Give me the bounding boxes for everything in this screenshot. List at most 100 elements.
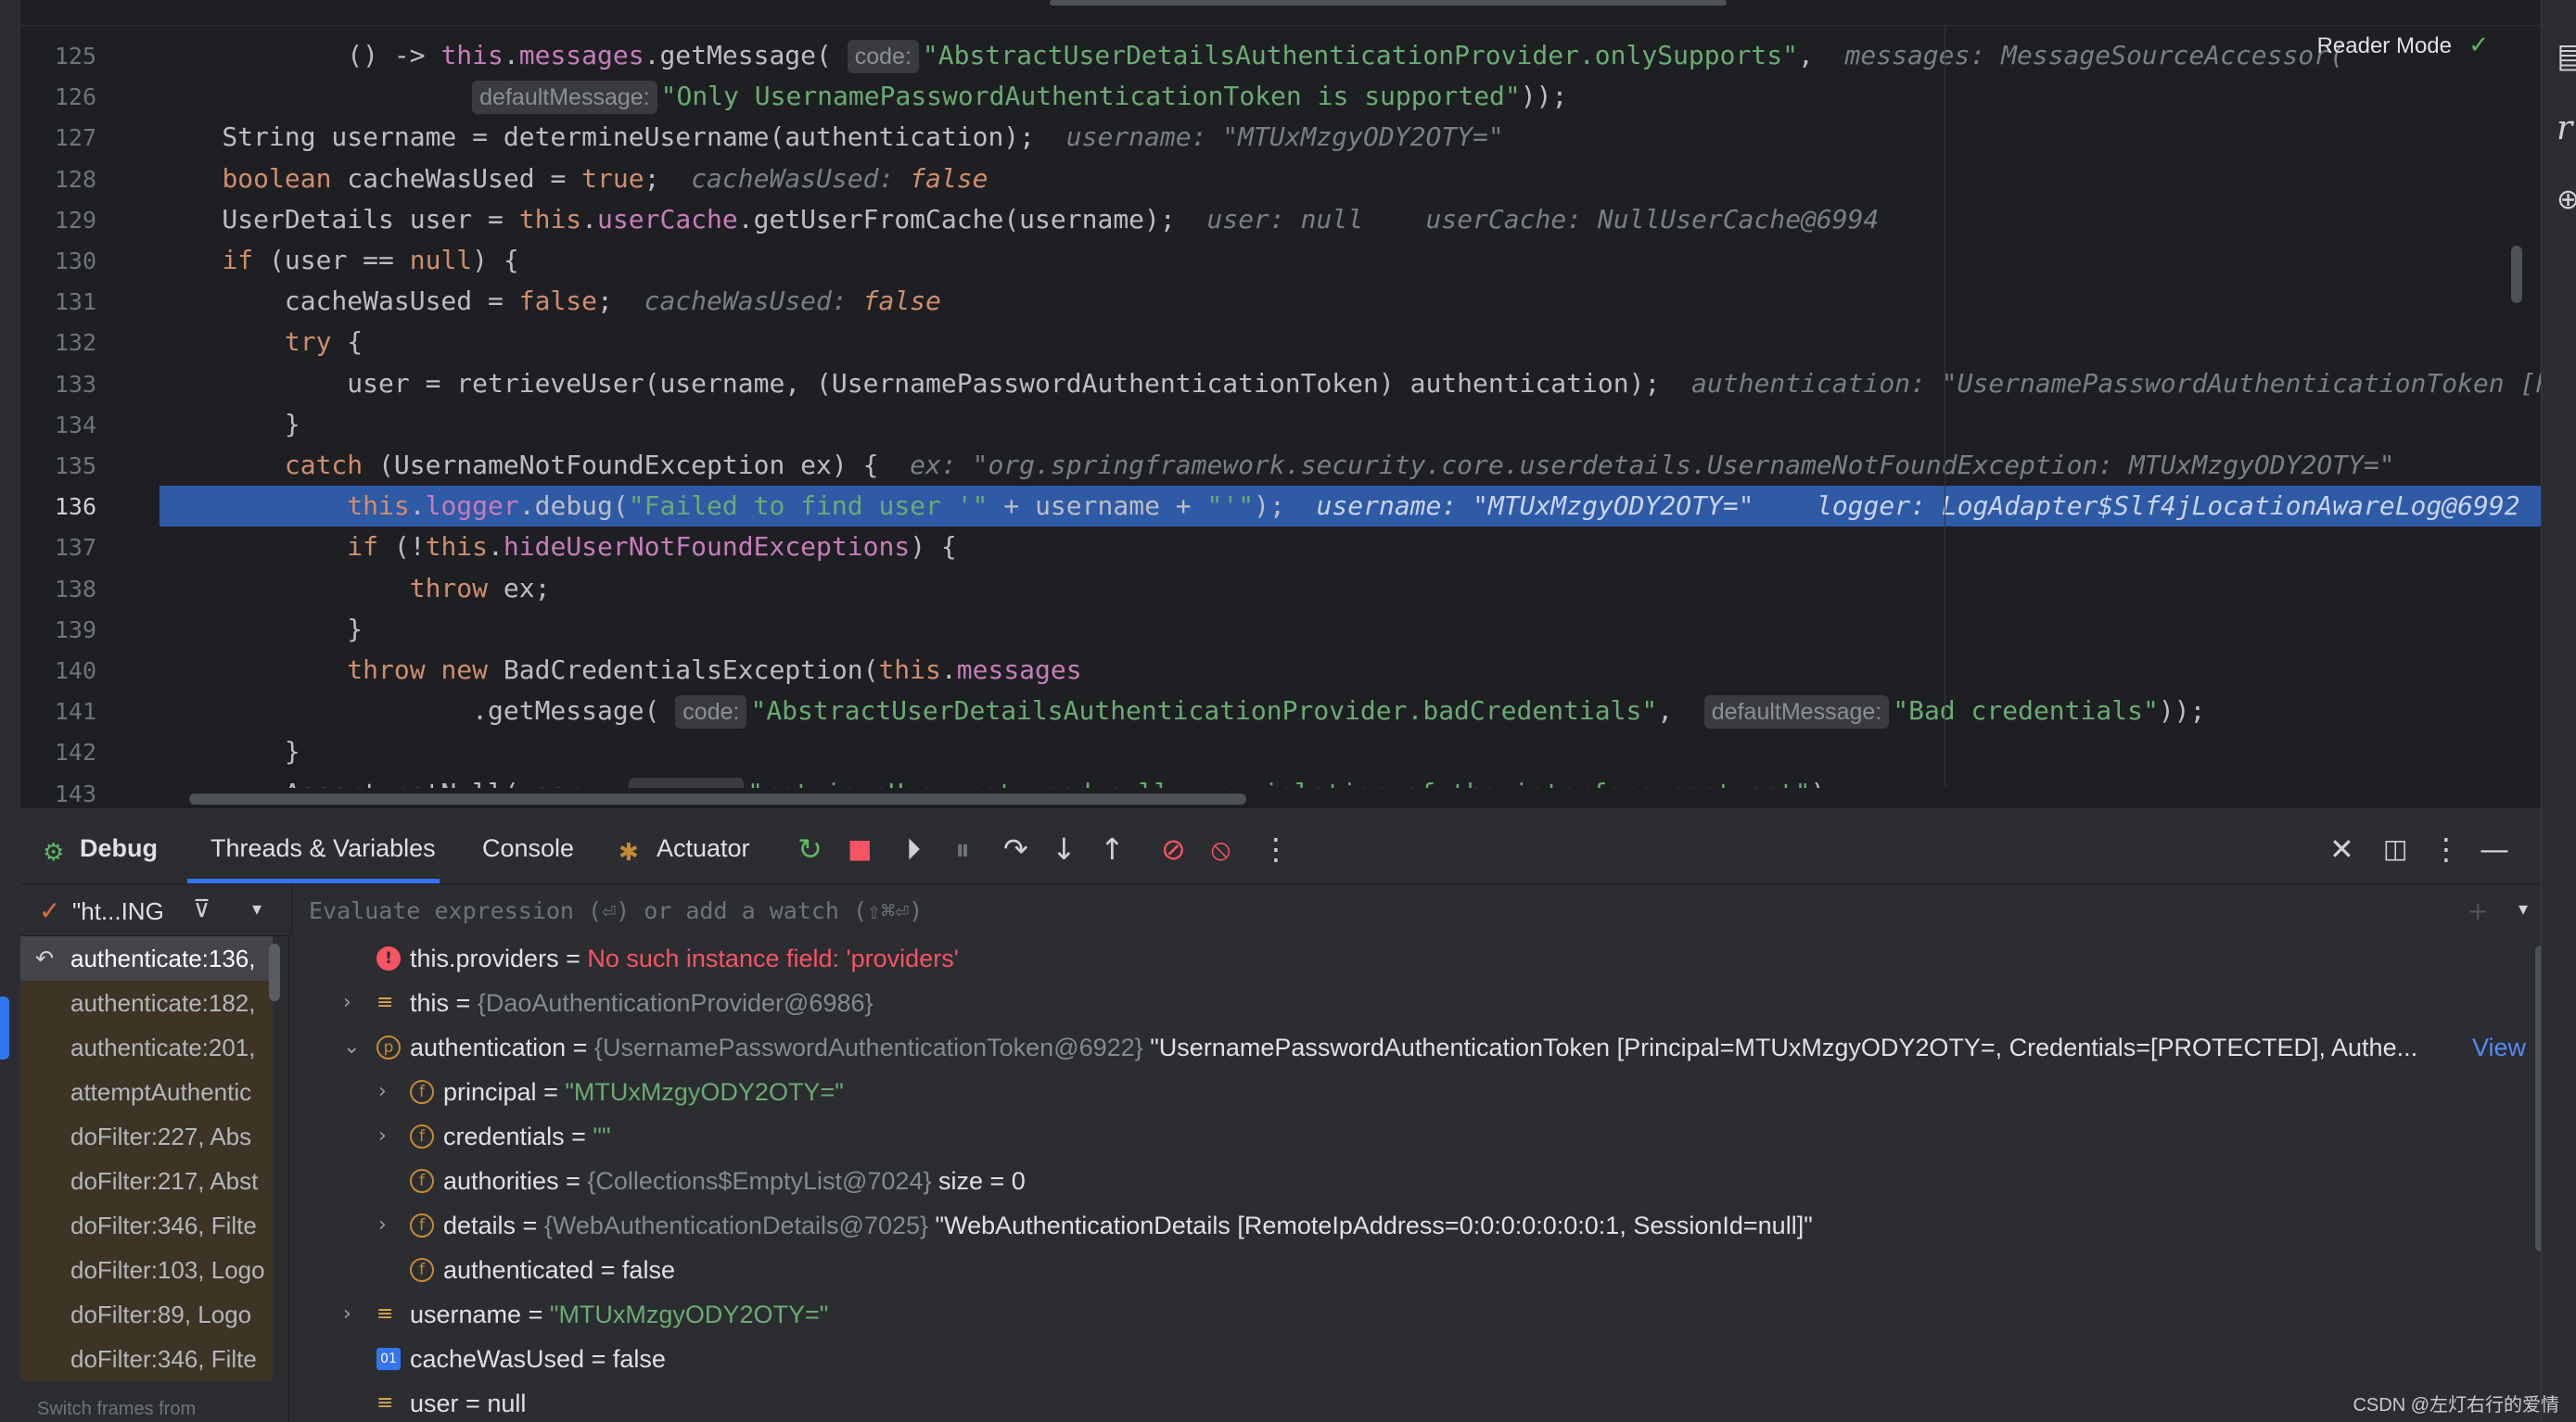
var-row-cachewasused[interactable]: 01 cacheWasUsed = false [291,1337,2504,1381]
chevron-right-icon[interactable]: › [378,1070,387,1114]
code-line[interactable]: throw new BadCredentialsException(this.m… [159,650,2541,691]
tab-debug[interactable]: Debug [80,834,158,863]
view-breakpoints-icon[interactable]: ⊘ [1161,832,1186,866]
var-row-user[interactable]: ≡ user = null [291,1381,2504,1422]
eval-dropdown-icon[interactable]: ▾ [2519,897,2528,920]
chevron-right-icon[interactable]: › [378,1114,387,1159]
debug-bug-icon: ⚙ [43,839,65,867]
var-value: "MTUxMzgyODY2OTY=" [549,1301,829,1328]
filter-icon[interactable]: ⊽ [193,895,210,923]
editor-horizontal-scrollbar[interactable] [159,788,2541,808]
var-value: null [487,1390,527,1417]
close-icon[interactable]: ✕ [2329,832,2354,866]
current-frame-icon: ↶ [35,946,55,971]
evaluate-row: ✓ "ht...ING ⊽ ▾ Evaluate expression (⏎) … [20,884,2541,936]
notifications-icon[interactable]: r [2557,109,2572,147]
reader-mode-toggle[interactable]: Reader Mode [2317,33,2452,59]
stack-frame[interactable]: doFilter:217, Abst [20,1159,273,1203]
stack-frame[interactable]: authenticate:182, [20,981,273,1025]
stack-frame[interactable]: doFilter:103, Logo [20,1248,273,1292]
stack-frame[interactable]: authenticate:201, [20,1025,273,1070]
left-tool-indicator[interactable] [0,997,9,1060]
database-icon[interactable]: ▤ [2557,37,2576,75]
add-watch-icon[interactable]: + [2468,895,2489,926]
frames-scrollbar[interactable] [269,944,280,1001]
code-line[interactable]: () -> this.messages.getMessage( code: "Ab… [159,35,2541,76]
var-row-authentication[interactable]: ⌄ p authentication = {UsernamePasswordAu… [291,1025,2526,1070]
code-editor[interactable]: 125 126 127 128 129 130 131 132 133 134 135 136 137 1… [20,0,2541,808]
code-line[interactable]: defaultMessage: "Only UsernamePasswordAut… [159,76,2541,117]
code-line-current[interactable]: this.logger.debug("Failed to find user '… [159,486,2541,527]
chevron-right-icon[interactable]: › [343,981,351,1025]
stack-frame[interactable]: doFilter:227, Abs [20,1114,273,1159]
chevron-down-icon[interactable]: ⌄ [343,1025,360,1070]
frame-label: doFilter:227, Abs [70,1123,252,1150]
step-over-icon[interactable]: ↷ [1003,832,1028,866]
code-line[interactable]: UserDetails user = this.userCache.getUse… [159,199,2541,240]
stack-frame[interactable]: doFilter:346, Filte [20,1203,273,1248]
code-line[interactable]: .getMessage( code: "AbstractUserDetailsAu… [159,691,2541,731]
minimize-icon[interactable]: — [2480,832,2509,866]
layout-icon[interactable]: ◫ [2383,832,2407,866]
stack-frame[interactable]: doFilter:89, Logo [20,1292,273,1337]
var-row-username[interactable]: › ≡ username = "MTUxMzgyODY2OTY=" [291,1292,2504,1337]
var-row-principal[interactable]: › f principal = "MTUxMzgyODY2OTY=" [291,1070,2504,1114]
var-value: false [612,1345,666,1373]
var-value: "MTUxMzgyODY2OTY=" [565,1078,844,1106]
resume-icon[interactable]: ⏵ [906,832,921,866]
chevron-right-icon[interactable]: › [343,1292,351,1337]
code-line[interactable]: user = retrieveUser(username, (UsernameP… [159,363,2541,404]
window-options-icon[interactable]: ⋮ [2431,832,2461,866]
code-line[interactable]: try { [159,322,2541,362]
var-row-credentials[interactable]: › f credentials = "" [291,1114,2504,1159]
editor-vertical-scrollbar[interactable] [2511,246,2522,303]
chevron-down-icon[interactable]: ▾ [252,897,261,920]
variables-scrollbar[interactable] [2535,946,2541,1251]
var-row-authorities[interactable]: f authorities = {Collections$EmptyList@7… [291,1159,2504,1203]
panel-divider[interactable] [20,808,2541,818]
horizontal-scroll-thumb[interactable] [189,794,1246,805]
step-into-icon[interactable]: ↓ [1052,832,1077,866]
var-row-this[interactable]: › ≡ this = {DaoAuthenticationProvider@69… [291,981,2504,1025]
tab-actuator[interactable]: Actuator [657,834,750,863]
code-line[interactable]: throw ex; [159,568,2541,609]
code-line[interactable]: String username = determineUsername(auth… [159,117,2541,158]
code-line[interactable]: } [159,404,2541,445]
pause-icon[interactable]: ⏸ [955,832,970,866]
stop-icon[interactable]: ■ [848,832,872,866]
var-value: "WebAuthenticationDetails [RemoteIpAddre… [935,1212,1813,1239]
stack-frame[interactable]: ↶ authenticate:136, [20,936,273,981]
frames-list: ↶ authenticate:136, authenticate:182, authe… [20,936,289,1422]
tab-console[interactable]: Console [482,834,574,863]
thread-selector[interactable]: ✓ "ht...ING ⊽ ▾ [20,884,289,936]
inspection-ok-icon[interactable]: ✓ [2468,32,2489,59]
view-link[interactable]: View [2472,1025,2526,1070]
var-name: authentication [410,1034,567,1061]
code-line[interactable]: if (!this.hideUserNotFoundExceptions) { [159,527,2541,567]
var-value: size = 0 [938,1167,1026,1195]
var-name: credentials [443,1123,565,1150]
var-type: {Collections$EmptyList@7024} [587,1167,932,1195]
rerun-icon[interactable]: ↻ [797,832,823,866]
var-row-authenticated[interactable]: f authenticated = false [291,1248,2504,1292]
stack-frame[interactable]: attemptAuthentic [20,1070,273,1114]
parameter-icon: p [376,1035,401,1060]
code-line[interactable]: catch (UsernameNotFoundException ex) { e… [159,445,2541,486]
code-line[interactable]: cacheWasUsed = false; cacheWasUsed: fals… [159,281,2541,322]
var-row-providers[interactable]: ! this.providers = No such instance fiel… [291,936,2504,981]
tab-threads-variables[interactable]: Threads & Variables [210,834,436,863]
globe-icon[interactable]: ⊕ [2557,184,2576,216]
mute-breakpoints-icon[interactable]: ⦸ [1211,832,1231,866]
code-line[interactable]: } [159,731,2541,772]
var-name: this [410,989,450,1017]
code-line[interactable]: if (user == null) { [159,240,2541,281]
step-out-icon[interactable]: ↑ [1100,832,1125,866]
stack-frame[interactable]: doFilter:346, Filte [20,1337,273,1381]
code-line[interactable]: boolean cacheWasUsed = true; cacheWasUse… [159,159,2541,199]
more-options-icon[interactable]: ⋮ [1261,832,1291,866]
var-row-details[interactable]: › f details = {WebAuthenticationDetails@… [291,1203,2504,1248]
evaluate-expression-input[interactable]: Evaluate expression (⏎) or add a watch (… [291,884,2541,936]
chevron-right-icon[interactable]: › [378,1203,387,1248]
active-tab-underline [187,879,440,883]
code-line[interactable]: } [159,609,2541,650]
